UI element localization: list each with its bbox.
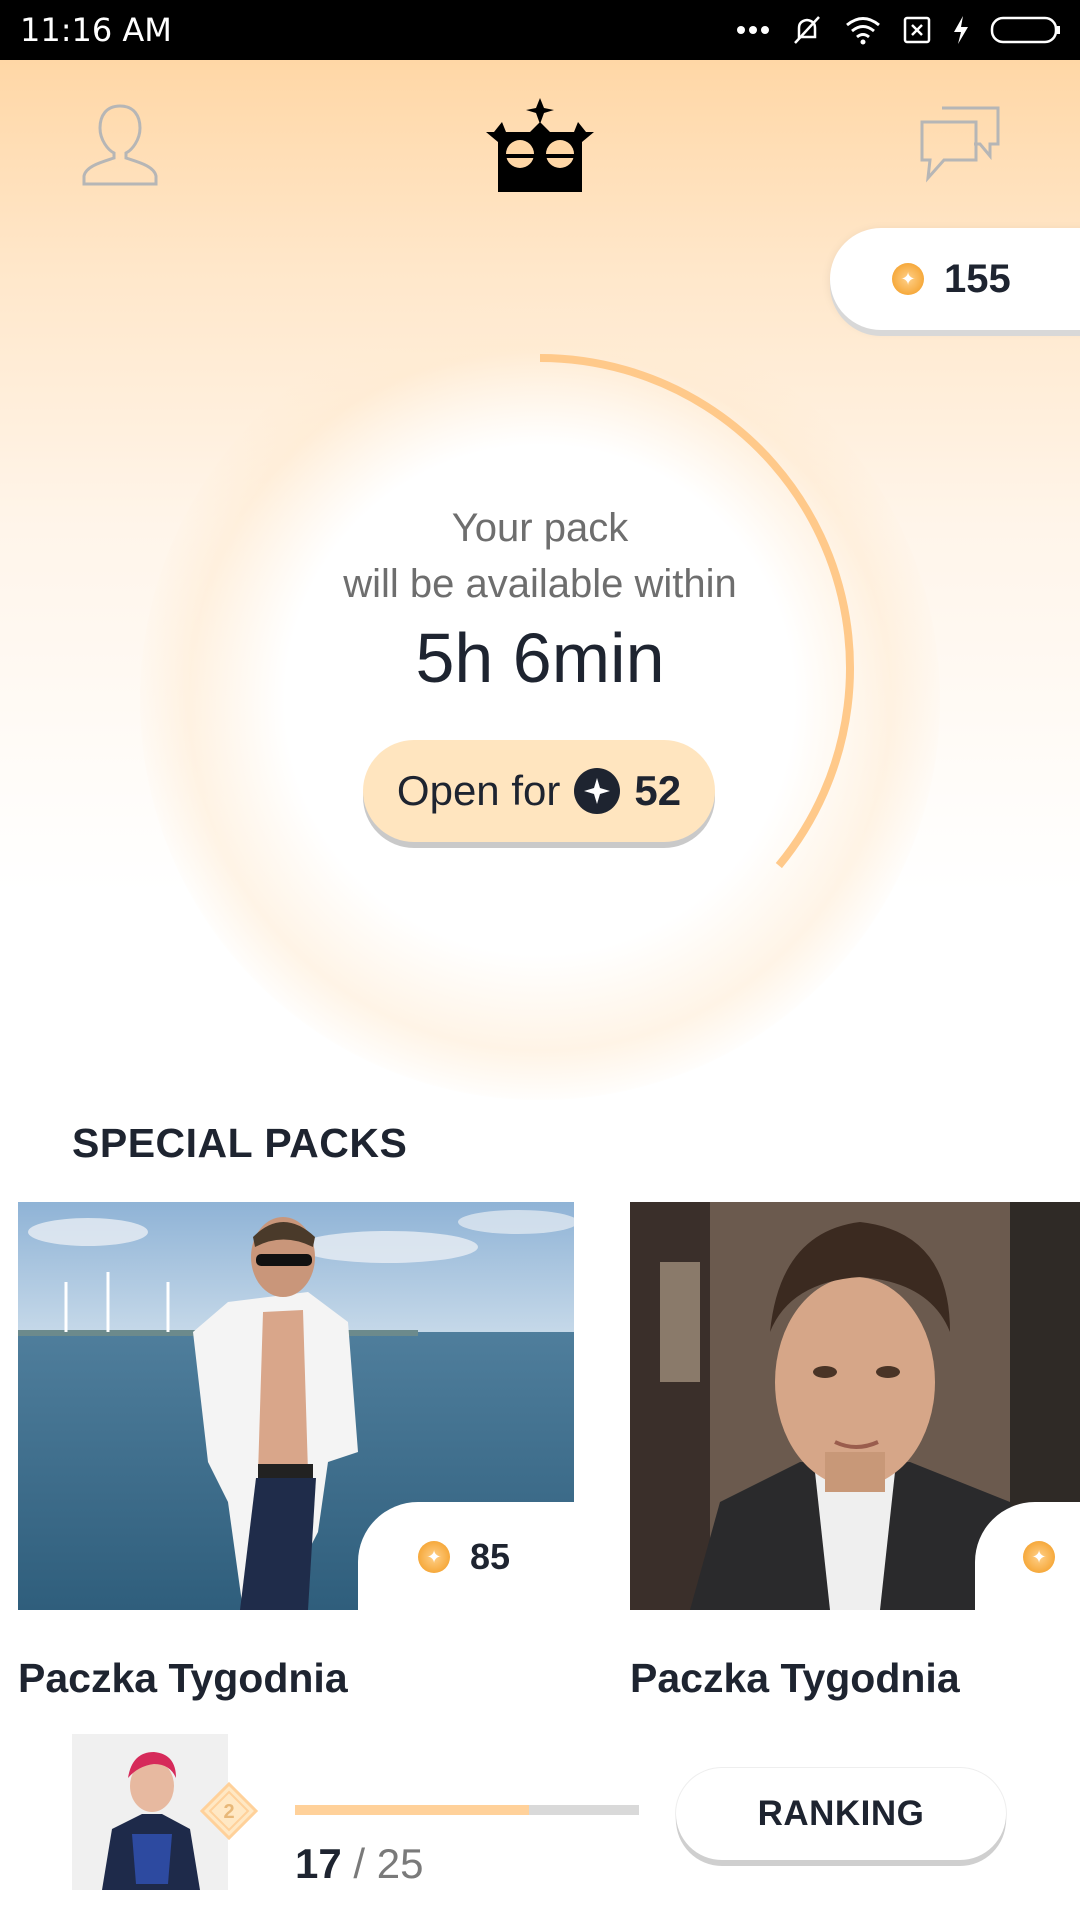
pack-price-tab: ✦ 85 bbox=[358, 1502, 574, 1610]
rank-level-badge: 2 bbox=[200, 1782, 258, 1840]
special-pack-card-2[interactable]: ✦ bbox=[630, 1202, 1080, 1610]
coin-icon: ✦ bbox=[1023, 1541, 1055, 1573]
ranking-progress-bar bbox=[295, 1805, 639, 1815]
open-pack-label: Open for bbox=[396, 767, 561, 814]
ranking-total: 25 bbox=[376, 1840, 424, 1887]
coin-icon: ✦ bbox=[418, 1541, 450, 1573]
open-pack-price: 52 bbox=[634, 767, 682, 814]
timer-line-2: will be available within bbox=[343, 562, 737, 606]
ranking-separator: / bbox=[353, 1840, 366, 1887]
ranking-progress-fill bbox=[295, 1805, 529, 1815]
rank-level: 2 bbox=[223, 1801, 234, 1823]
ranking-current: 17 bbox=[295, 1840, 342, 1887]
pack-price: 85 bbox=[470, 1536, 511, 1577]
special-pack-title-2: Paczka Tygodnia bbox=[630, 1655, 960, 1701]
special-pack-title-1: Paczka Tygodnia bbox=[18, 1655, 348, 1701]
timer-line-1: Your pack bbox=[451, 506, 629, 550]
open-pack-button[interactable]: Open for 52 bbox=[363, 740, 715, 842]
special-packs-title: SPECIAL PACKS bbox=[72, 1120, 408, 1166]
timer-remaining: 5h 6min bbox=[415, 619, 665, 697]
ranking-button[interactable]: RANKING bbox=[676, 1768, 1006, 1860]
star-coin-icon bbox=[574, 768, 621, 814]
timer-text: Your pack will be available within 5h 6m… bbox=[240, 500, 840, 698]
special-pack-card-1[interactable]: ✦ 85 bbox=[18, 1202, 574, 1610]
ranking-progress-label: 17 / 25 bbox=[295, 1840, 423, 1888]
